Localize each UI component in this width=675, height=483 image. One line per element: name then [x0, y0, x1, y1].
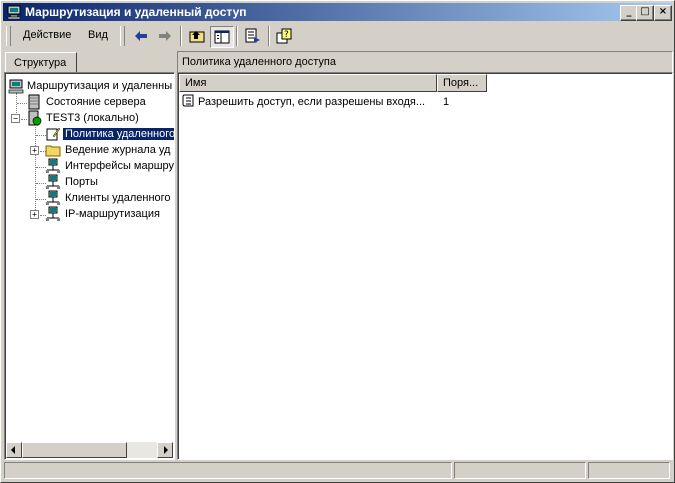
expand-icon[interactable]: + [30, 146, 39, 155]
tree-item-label: Ведение журнала уд [65, 144, 171, 156]
help-button[interactable]: ? [273, 26, 295, 46]
tree-item-label: Маршрутизация и удаленны [27, 80, 173, 92]
horizontal-scrollbar[interactable] [6, 442, 173, 458]
status-panel-2 [454, 462, 586, 479]
back-button[interactable] [130, 26, 152, 46]
list-item-name: Разрешить доступ, если разрешены входя..… [198, 96, 426, 108]
tree-item-label: IP-маршрутизация [65, 208, 160, 220]
forward-button[interactable] [154, 26, 176, 46]
tree-pane[interactable]: Маршрутизация и удаленны Состояние серве… [4, 72, 175, 460]
network-icon [46, 206, 60, 221]
status-panel-main [4, 462, 452, 479]
tree-item-label: Состояние сервера [46, 96, 146, 108]
scroll-thumb[interactable] [22, 442, 127, 458]
tree-item-label: Политика удаленного [63, 128, 174, 140]
tree-item-label: Интерфейсы маршру [65, 160, 175, 172]
close-button[interactable]: × [654, 5, 672, 21]
toolbar-separator [180, 26, 182, 46]
export-list-icon [245, 28, 260, 43]
server-local-icon [28, 110, 42, 126]
up-one-level-button[interactable] [186, 26, 208, 46]
routing-app-icon [7, 5, 21, 20]
tree-item-label: TEST3 (локально) [46, 112, 139, 124]
scroll-left-icon [11, 446, 15, 454]
export-list-button[interactable] [242, 26, 264, 46]
forward-arrow-icon [159, 31, 171, 41]
scroll-right-icon [164, 446, 168, 454]
menu-view[interactable]: Вид [88, 29, 108, 41]
show-hide-tree-icon [214, 30, 230, 44]
up-folder-icon [189, 31, 205, 43]
tree-line [35, 127, 36, 218]
toolbar-separator-2 [236, 26, 238, 46]
scroll-right-button[interactable] [157, 442, 173, 458]
tree-item-label: Порты [65, 176, 98, 188]
column-header-label: Поря... [443, 77, 479, 89]
routing-computer-icon [8, 79, 24, 94]
status-panel-3 [588, 462, 670, 479]
tab-structure[interactable]: Структура [5, 52, 77, 74]
list-item-order: 1 [443, 96, 450, 108]
details-title: Политика удаленного доступа [182, 56, 336, 68]
title-bar[interactable]: Маршрутизация и удаленный доступ _ □ × [3, 3, 672, 21]
menu-action[interactable]: Действие [23, 29, 71, 41]
toolbar: Действие Вид ? [3, 23, 672, 49]
collapse-icon[interactable]: − [11, 114, 20, 123]
toolbar-separator-3 [268, 26, 270, 46]
column-header-label: Имя [185, 77, 207, 89]
network-icon [46, 158, 60, 173]
column-header-name[interactable]: Имя [179, 74, 437, 92]
left-tabstrip: Структура [3, 51, 173, 74]
main-window: Маршрутизация и удаленный доступ _ □ × Д… [0, 0, 675, 483]
svg-text:?: ? [284, 30, 289, 40]
expand-icon[interactable]: + [30, 210, 39, 219]
tab-structure-label: Структура [14, 57, 67, 69]
maximize-button[interactable]: □ [636, 5, 654, 21]
network-icon [46, 190, 60, 205]
remote-access-policy-icon [46, 127, 61, 141]
folder-icon [45, 145, 61, 157]
policy-scroll-icon [182, 94, 194, 107]
column-header-order[interactable]: Поря... [437, 74, 487, 92]
window-title: Маршрутизация и удаленный доступ [25, 5, 247, 19]
toolbar-grip-2[interactable] [120, 26, 125, 46]
server-status-icon [28, 94, 40, 110]
tree-item-label: Клиенты удаленного [65, 192, 171, 204]
show-hide-tree-button[interactable] [210, 26, 234, 48]
network-icon [46, 174, 60, 189]
status-bar [3, 461, 672, 480]
help-icon: ? [276, 28, 292, 44]
back-arrow-icon [135, 31, 147, 41]
details-list[interactable]: Имя Поря... Разрешить доступ, если разре… [177, 72, 673, 460]
details-header: Политика удаленного доступа [177, 51, 673, 73]
scroll-left-button[interactable] [6, 442, 22, 458]
toolbar-grip[interactable] [6, 26, 11, 46]
